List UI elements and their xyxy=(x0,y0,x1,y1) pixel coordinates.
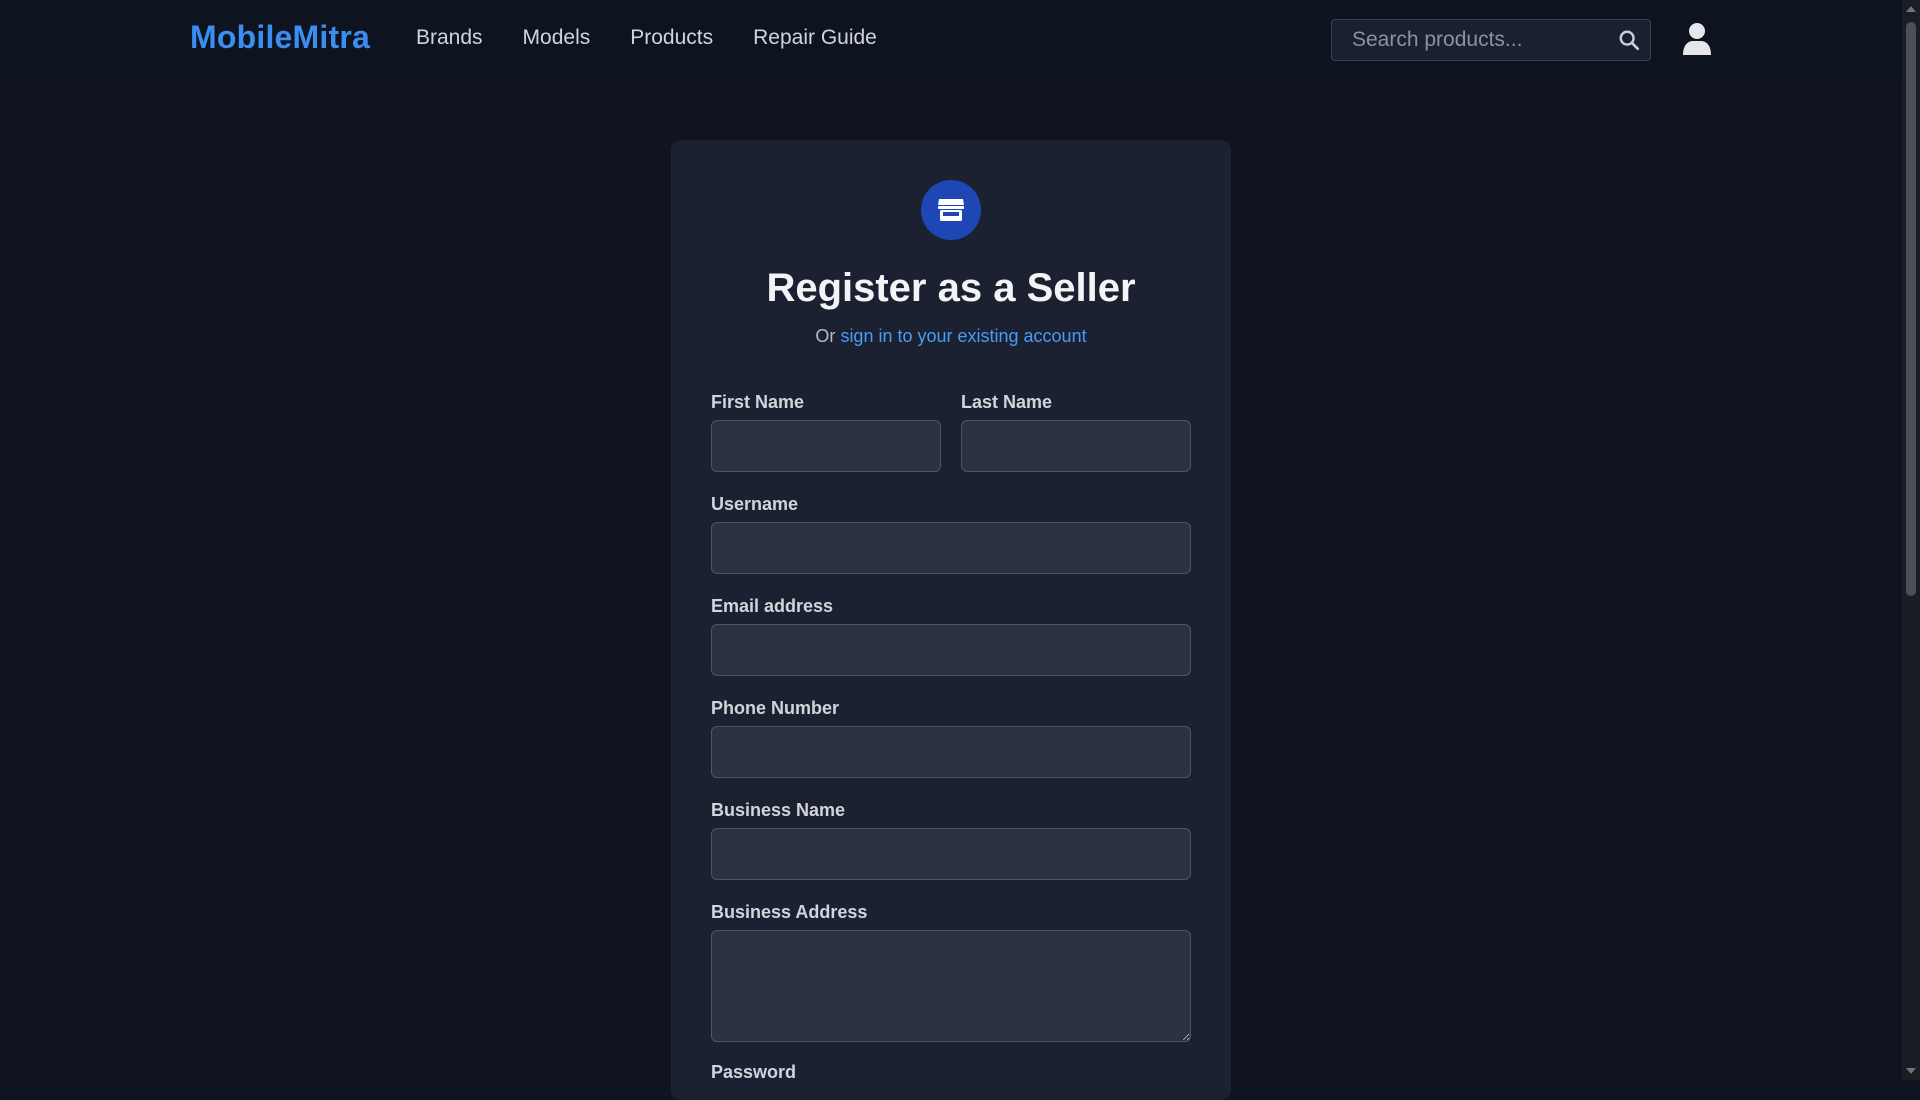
username-label: Username xyxy=(711,494,799,514)
business-name-input[interactable] xyxy=(711,828,1191,880)
search-input[interactable] xyxy=(1332,20,1602,60)
last-name-label: Last Name xyxy=(961,392,1053,412)
first-name-input[interactable] xyxy=(711,420,941,472)
username-input[interactable] xyxy=(711,522,1191,574)
phone-input[interactable] xyxy=(711,726,1191,778)
nav-models[interactable]: Models xyxy=(523,26,591,50)
main-nav: Brands Models Products Repair Guide xyxy=(416,26,917,50)
first-name-label: First Name xyxy=(711,392,805,412)
scroll-down-arrow-icon[interactable] xyxy=(1906,1068,1916,1074)
business-name-label: Business Name xyxy=(711,800,846,820)
seller-register-card: Register as a Seller Or sign in to your … xyxy=(671,140,1231,1100)
logo-link[interactable]: MobileMitra xyxy=(190,19,370,56)
business-address-textarea[interactable] xyxy=(711,930,1191,1042)
store-icon xyxy=(938,199,964,221)
nav-products[interactable]: Products xyxy=(630,26,713,50)
scroll-thumb[interactable] xyxy=(1906,22,1916,596)
email-input[interactable] xyxy=(711,624,1191,676)
page-scrollbar[interactable] xyxy=(1902,0,1920,1080)
scroll-up-arrow-icon[interactable] xyxy=(1906,6,1916,12)
nav-brands[interactable]: Brands xyxy=(416,26,483,50)
user-icon[interactable] xyxy=(1682,22,1712,56)
last-name-input[interactable] xyxy=(961,420,1191,472)
search-box xyxy=(1331,19,1651,61)
subtitle-prefix: Or xyxy=(815,326,836,346)
signin-link[interactable]: sign in to your existing account xyxy=(840,326,1086,346)
email-label: Email address xyxy=(711,596,834,616)
store-badge xyxy=(921,180,981,240)
business-address-label: Business Address xyxy=(711,902,868,922)
phone-label: Phone Number xyxy=(711,698,840,718)
nav-repair-guide[interactable]: Repair Guide xyxy=(753,26,877,50)
page-title: Register as a Seller xyxy=(766,266,1136,310)
search-icon[interactable] xyxy=(1618,29,1640,51)
signin-prompt: Or sign in to your existing account xyxy=(671,326,1231,347)
top-navbar: MobileMitra Brands Models Products Repai… xyxy=(0,0,1902,80)
